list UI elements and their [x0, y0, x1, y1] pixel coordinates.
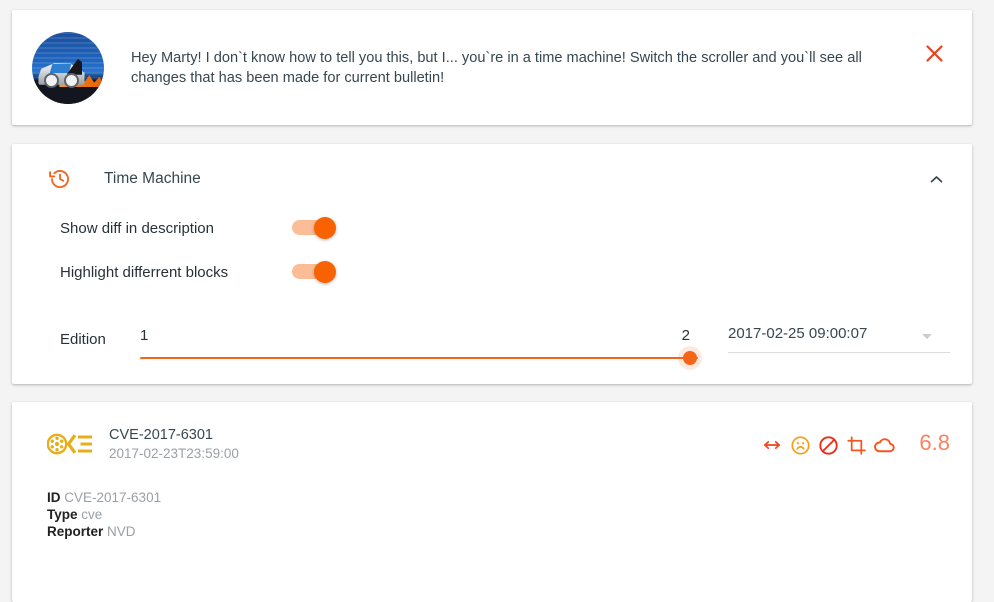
edition-date-value: 2017-02-25 09:00:07 — [728, 325, 950, 353]
option-row-show-diff: Show diff in description — [12, 206, 950, 250]
toggle-highlight-different-blocks[interactable] — [292, 261, 336, 283]
time-machine-banner: Hey Marty! I don`t know how to tell you … — [12, 10, 972, 125]
delorean-time-machine-avatar — [32, 31, 104, 104]
bulletin-field-reporter-value: NVD — [107, 524, 136, 540]
bulletin-header: CVE-2017-6301 2017-02-23T23:59:00 6.8 — [46, 426, 950, 463]
time-machine-header[interactable]: Time Machine — [12, 144, 950, 206]
avatar-rear-wheel — [63, 73, 79, 89]
toggle-knob — [314, 261, 336, 283]
avatar-front-wheel — [43, 73, 59, 89]
bulletin-card: CVE-2017-6301 2017-02-23T23:59:00 6.8 ID… — [12, 402, 972, 602]
option-label-show-diff: Show diff in description — [60, 219, 214, 237]
edition-slider-track[interactable] — [140, 357, 698, 359]
bulletin-field-reporter: Reporter NVD — [47, 523, 950, 540]
chevron-down-icon — [922, 334, 932, 339]
close-icon — [925, 44, 943, 62]
page-root: Hey Marty! I don`t know how to tell you … — [0, 0, 994, 602]
bulletin-field-type-value: cve — [81, 507, 103, 523]
option-row-highlight-blocks: Highlight differrent blocks — [12, 250, 950, 294]
bulletin-field-id-value: CVE-2017-6301 — [64, 490, 162, 505]
edition-slider-thumb[interactable] — [683, 351, 697, 365]
network-arrows-icon — [759, 432, 785, 458]
edition-slider-min-label: 1 — [140, 327, 149, 344]
edition-label: Edition — [60, 331, 106, 348]
avatar-car-window — [49, 63, 71, 74]
bulletin-field-id: ID CVE-2017-6301 — [47, 489, 950, 506]
bulletin-attribute-icons — [759, 432, 897, 458]
edition-slider-max-label: 2 — [681, 327, 690, 344]
cloud-icon — [871, 432, 897, 458]
time-machine-panel: Time Machine Show diff in description Hi… — [12, 144, 972, 384]
option-label-highlight-blocks: Highlight differrent blocks — [60, 263, 229, 281]
banner-message: Hey Marty! I don`t know how to tell you … — [131, 49, 862, 86]
edition-row: Edition 1 2 2017-02-25 09:00:07 — [12, 321, 950, 377]
bulletin-field-id-key: ID — [47, 490, 61, 505]
crop-icon — [843, 432, 869, 458]
edition-date-select[interactable]: 2017-02-25 09:00:07 — [728, 321, 950, 353]
bulletin-date: 2017-02-23T23:59:00 — [109, 446, 239, 461]
bulletin-fields: ID CVE-2017-6301 Type cve Reporter NVD — [47, 489, 950, 541]
bulletin-score: 6.8 — [919, 430, 950, 455]
bulletin-id-block: CVE-2017-6301 2017-02-23T23:59:00 — [109, 426, 759, 463]
chevron-up-icon — [930, 175, 942, 182]
block-forbidden-icon — [815, 432, 841, 458]
time-machine-title: Time Machine — [104, 170, 201, 187]
time-machine-collapse-button[interactable] — [922, 165, 950, 193]
banner-close-button[interactable] — [919, 38, 949, 68]
frowning-face-icon — [787, 432, 813, 458]
bulletin-field-reporter-key: Reporter — [47, 524, 104, 540]
bulletin-id: CVE-2017-6301 — [109, 427, 213, 443]
edition-slider[interactable]: 1 2 — [140, 321, 698, 371]
history-restore-icon — [47, 166, 73, 192]
toggle-show-diff-in-description[interactable] — [292, 217, 336, 239]
bulletin-field-type: Type cve — [47, 506, 950, 523]
bulletin-field-type-key: Type — [47, 507, 78, 523]
toggle-knob — [314, 217, 336, 239]
cve-logo-icon — [46, 430, 93, 460]
